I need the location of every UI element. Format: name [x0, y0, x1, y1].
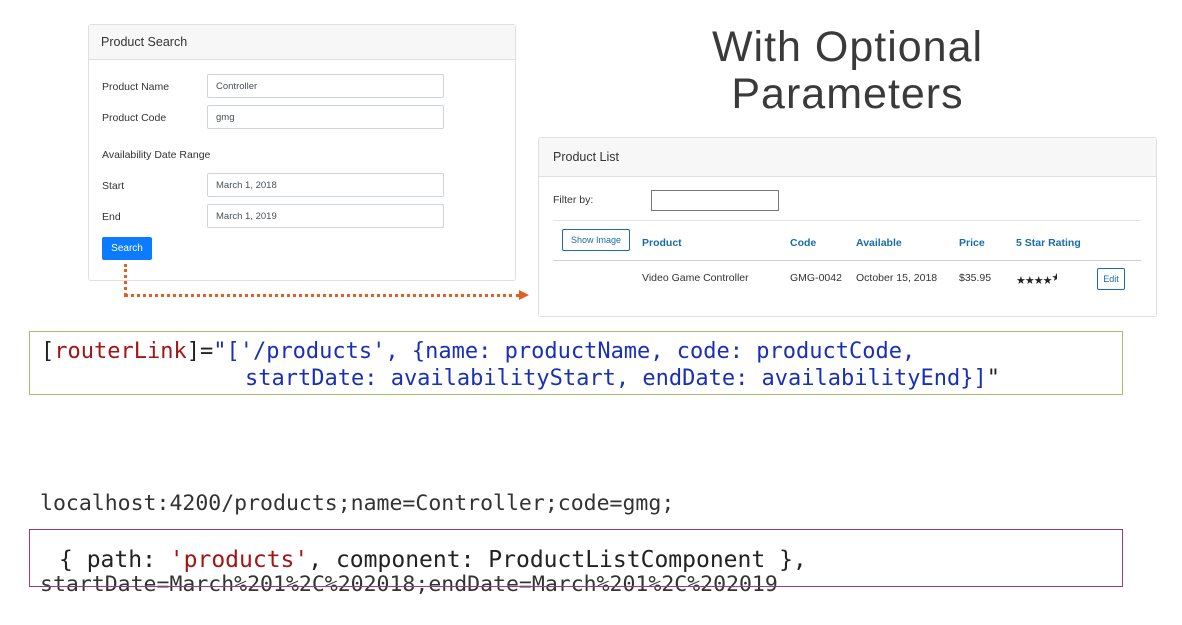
cell-price: $35.95 — [959, 272, 992, 284]
router-link-code-line1: [routerLink]="['/products', {name: produ… — [41, 338, 915, 365]
column-header-product[interactable]: Product — [642, 237, 682, 249]
show-image-button[interactable]: Show Image — [562, 229, 630, 251]
route-config-open: { path: — [59, 547, 170, 573]
cell-product: Video Game Controller — [642, 272, 749, 284]
end-date-input[interactable]: March 1, 2019 — [207, 204, 444, 228]
slide-title-line2: Parameters — [731, 70, 964, 118]
router-link-code-line2: startDate: availabilityStart, endDate: a… — [245, 365, 1000, 392]
column-header-price[interactable]: Price — [959, 237, 985, 249]
edit-button[interactable]: Edit — [1097, 268, 1125, 290]
connector-line-horizontal — [124, 294, 520, 297]
star-icon: ★ — [1033, 275, 1044, 287]
code-router-link-value-2: startDate: availabilityStart, endDate: a… — [245, 366, 987, 391]
cell-code: GMG-0042 — [790, 272, 842, 284]
route-config-code-box: { path: 'products', component: ProductLi… — [29, 529, 1123, 587]
star-rating: ★★★★★ — [1016, 271, 1057, 287]
code-bracket-open: [ — [41, 339, 55, 364]
product-list-card: Product List Filter by: Show Image Produ… — [538, 137, 1157, 317]
code-quote-open: "[ — [213, 339, 240, 364]
product-name-input[interactable]: Controller — [207, 74, 444, 98]
cell-available: October 15, 2018 — [856, 272, 938, 284]
arrow-right-icon — [519, 290, 529, 300]
table-top-divider — [553, 220, 1141, 221]
connector-line-vertical — [124, 264, 127, 296]
slide-title: With Optional Parameters — [620, 24, 1075, 118]
route-config-rest: , component: ProductListComponent }, — [308, 547, 807, 573]
code-quote-close: " — [986, 366, 1000, 391]
code-router-link-value-1: '/products', {name: productName, code: p… — [239, 339, 916, 364]
product-name-label: Product Name — [102, 81, 170, 93]
product-search-header: Product Search — [89, 25, 515, 60]
start-date-input[interactable]: March 1, 2018 — [207, 173, 444, 197]
end-date-label: End — [102, 211, 121, 223]
product-search-card: Product Search Product Name Controller P… — [88, 24, 516, 281]
product-code-label: Product Code — [102, 112, 167, 124]
url-line1: localhost:4200/products;name=Controller;… — [40, 491, 675, 516]
star-icon: ★ — [1016, 275, 1026, 287]
filter-label: Filter by: — [553, 194, 594, 206]
star-icon: ★ — [1024, 275, 1035, 287]
start-date-label: Start — [102, 180, 125, 192]
product-list-header: Product List — [539, 138, 1156, 177]
column-header-code[interactable]: Code — [790, 237, 816, 249]
router-link-code-box: [routerLink]="['/products', {name: produ… — [29, 331, 1123, 395]
column-header-rating[interactable]: 5 Star Rating — [1016, 237, 1081, 249]
route-config-path: 'products' — [169, 547, 309, 573]
column-header-available[interactable]: Available — [856, 237, 902, 249]
star-icon: ★ — [1051, 272, 1057, 284]
code-router-link-attr: routerLink — [54, 339, 187, 364]
search-button[interactable]: Search — [102, 237, 152, 260]
star-icon: ★ — [1042, 275, 1053, 287]
slide-title-line1: With Optional — [711, 23, 984, 71]
table-row: Video Game Controller GMG-0042 October 1… — [539, 261, 1156, 297]
product-code-input[interactable]: gmg — [207, 105, 444, 129]
filter-input[interactable] — [651, 190, 779, 211]
code-bracket-close: ]= — [186, 339, 214, 364]
availability-date-range-label: Availability Date Range — [102, 149, 211, 161]
route-config-line: { path: 'products', component: ProductLi… — [59, 546, 807, 574]
